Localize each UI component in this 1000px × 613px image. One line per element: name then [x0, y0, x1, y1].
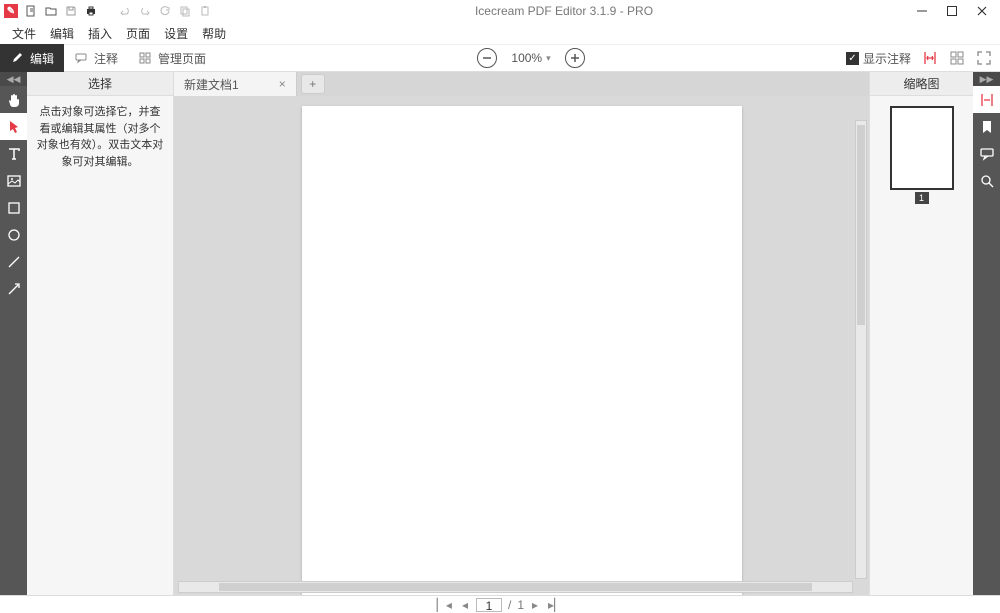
zoom-value: 100%	[511, 51, 542, 65]
last-page-button[interactable]: ▸▏	[546, 598, 565, 612]
vertical-scrollbar[interactable]	[855, 120, 867, 579]
document-area: 新建文档1 × +	[174, 72, 869, 595]
show-annotations-toggle[interactable]: ✓ 显示注释	[846, 50, 911, 67]
page-input[interactable]: 1	[476, 598, 502, 612]
status-bar: ▏◂ ◂ 1 / 1 ▸ ▸▏	[0, 595, 1000, 613]
prev-page-button[interactable]: ◂	[460, 598, 470, 612]
left-tool-rail: ◀◀	[0, 72, 27, 595]
menu-edit[interactable]: 编辑	[44, 23, 80, 44]
open-file-icon[interactable]	[44, 4, 58, 18]
mode-edit-button[interactable]: 编辑	[0, 44, 64, 72]
mode-annotate-button[interactable]: 注释	[64, 44, 128, 72]
bookmarks-tab[interactable]	[973, 113, 1000, 140]
thumbnail-number: 1	[915, 192, 929, 204]
zoom-out-button[interactable]	[477, 48, 497, 68]
grid-icon	[138, 51, 152, 65]
save-icon[interactable]	[64, 4, 78, 18]
pencil-icon	[10, 51, 24, 65]
title-bar: ✎ Icecream PDF Editor 3.1.9 - PRO	[0, 0, 1000, 22]
menu-page[interactable]: 页面	[120, 23, 156, 44]
left-panel-description: 点击对象可选择它，并查看或编辑其属性（对多个对象也有效）。双击文本对象可对其编辑…	[27, 96, 173, 178]
circle-tool[interactable]	[0, 221, 27, 248]
copy-icon[interactable]	[178, 4, 192, 18]
zoom-in-button[interactable]	[565, 48, 585, 68]
fullscreen-icon[interactable]	[975, 50, 992, 67]
left-collapse-button[interactable]: ◀◀	[0, 72, 27, 86]
menu-settings[interactable]: 设置	[158, 23, 194, 44]
image-tool[interactable]	[0, 167, 27, 194]
undo-icon[interactable]	[118, 4, 132, 18]
window-title: Icecream PDF Editor 3.1.9 - PRO	[212, 4, 916, 18]
arrow-tool[interactable]	[0, 275, 27, 302]
search-tab[interactable]	[973, 167, 1000, 194]
paste-icon[interactable]	[198, 4, 212, 18]
new-file-icon[interactable]	[24, 4, 38, 18]
mode-manage-button[interactable]: 管理页面	[128, 44, 216, 72]
right-panel: 缩略图 1	[869, 72, 973, 595]
refresh-icon[interactable]	[158, 4, 172, 18]
page-total: 1	[517, 598, 524, 612]
thumbnail-preview	[890, 106, 954, 190]
tab-strip: 新建文档1 × +	[174, 72, 869, 96]
comments-tab[interactable]	[973, 140, 1000, 167]
mode-manage-label: 管理页面	[158, 50, 206, 67]
select-tool[interactable]	[0, 113, 27, 140]
page-sep: /	[508, 598, 511, 612]
tab-close-icon[interactable]: ×	[279, 77, 286, 91]
print-icon[interactable]	[84, 4, 98, 18]
chevron-down-icon: ▾	[546, 53, 551, 64]
right-panel-title: 缩略图	[870, 72, 973, 96]
horizontal-scrollbar[interactable]	[178, 581, 853, 593]
rectangle-tool[interactable]	[0, 194, 27, 221]
hand-tool[interactable]	[0, 86, 27, 113]
menu-bar: 文件 编辑 插入 页面 设置 帮助	[0, 22, 1000, 44]
pdf-page[interactable]	[302, 106, 742, 595]
zoom-select[interactable]: 100% ▾	[507, 51, 554, 65]
maximize-button[interactable]	[946, 5, 958, 17]
mode-edit-label: 编辑	[30, 50, 54, 67]
menu-help[interactable]: 帮助	[196, 23, 232, 44]
redo-icon[interactable]	[138, 4, 152, 18]
mode-annotate-label: 注释	[94, 50, 118, 67]
first-page-button[interactable]: ▏◂	[435, 598, 454, 612]
right-tool-rail: ▶▶	[973, 72, 1000, 595]
app-logo: ✎	[4, 4, 18, 18]
left-panel: 选择 点击对象可选择它，并查看或编辑其属性（对多个对象也有效）。双击文本对象可对…	[27, 72, 174, 595]
fit-width-icon[interactable]	[921, 50, 938, 67]
line-tool[interactable]	[0, 248, 27, 275]
minimize-button[interactable]	[916, 5, 928, 17]
left-panel-title: 选择	[27, 72, 173, 96]
new-tab-button[interactable]: +	[301, 74, 325, 94]
text-tool[interactable]	[0, 140, 27, 167]
canvas-viewport[interactable]	[174, 96, 869, 595]
grid-view-icon[interactable]	[948, 50, 965, 67]
menu-file[interactable]: 文件	[6, 23, 42, 44]
show-annotations-label: 显示注释	[863, 50, 911, 67]
thumbnails-tab[interactable]	[973, 86, 1000, 113]
next-page-button[interactable]: ▸	[530, 598, 540, 612]
document-tab[interactable]: 新建文档1 ×	[174, 72, 297, 96]
mode-toolbar: 编辑 注释 管理页面 100% ▾ ✓ 显示注释	[0, 44, 1000, 72]
page-thumbnail[interactable]: 1	[890, 106, 954, 204]
menu-insert[interactable]: 插入	[82, 23, 118, 44]
checkbox-checked-icon: ✓	[846, 52, 859, 65]
comment-icon	[74, 51, 88, 65]
right-collapse-button[interactable]: ▶▶	[973, 72, 1000, 86]
tab-label: 新建文档1	[184, 76, 239, 93]
close-button[interactable]	[976, 5, 988, 17]
